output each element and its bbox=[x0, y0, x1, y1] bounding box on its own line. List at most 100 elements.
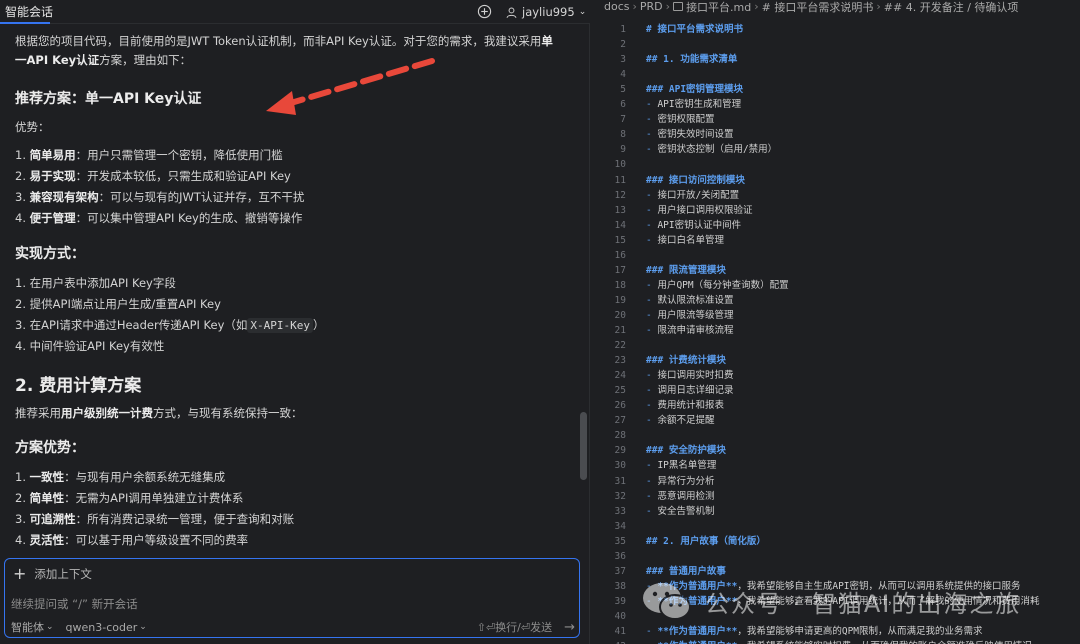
line-number: 5 bbox=[620, 84, 626, 96]
line-number: 8 bbox=[620, 129, 626, 141]
input-toolbar: 智能体 ⌄ qwen3-coder ⌄ ⇧⏎换行/⏎发送 → bbox=[11, 619, 575, 635]
line-number: 2 bbox=[620, 39, 626, 51]
line-number: 39 bbox=[614, 595, 626, 607]
markdown-file-icon bbox=[673, 2, 684, 11]
advantages-list: 1. 简单易用：用户只需管理一个密钥，降低使用门槛 2. 易于实现：开发成本较低… bbox=[15, 145, 560, 229]
active-tab-indicator bbox=[0, 22, 50, 24]
code-area[interactable]: # 接口平台需求说明书 ## 1. 功能需求清单 ### API密钥管理模块 - AP… bbox=[646, 14, 1080, 644]
cost-paragraph: 推荐采用用户级别统一计费方式，与现有系统保持一致： bbox=[15, 406, 303, 420]
list-item: 1. 一致性：与现有用户余额系统无缝集成 bbox=[15, 470, 226, 484]
list-item: 4. 灵活性：可以基于用户等级设置不同的费率 bbox=[15, 533, 249, 547]
list-item: 3. 兼容现有架构：可以与现有的JWT认证并存，互不干扰 bbox=[15, 190, 305, 204]
code-line: - 安全告警机制 bbox=[646, 505, 715, 517]
line-number: 26 bbox=[614, 400, 626, 412]
code-line: - 用户QPM（每分钟查询数）配置 bbox=[646, 279, 789, 291]
line-number: 4 bbox=[620, 69, 626, 81]
code-line: ## 2. 用户故事（简化版） bbox=[646, 535, 766, 547]
code-line: - 异常行为分析 bbox=[646, 475, 715, 487]
code-line: ## 1. 功能需求清单 bbox=[646, 54, 738, 66]
code-line: - 费用统计和报表 bbox=[646, 400, 724, 412]
line-number: 34 bbox=[614, 520, 626, 532]
cost-adv-heading: 方案优势： bbox=[15, 440, 85, 456]
chevron-right-icon: › bbox=[754, 0, 759, 13]
code-line: ### 限流管理模块 bbox=[646, 264, 726, 276]
prompt-input[interactable] bbox=[11, 595, 571, 613]
code-line: - 用户接口调用权限验证 bbox=[646, 204, 753, 216]
code-line: - 接口调用实时扣费 bbox=[646, 370, 734, 382]
code-line: - 调用日志详细记录 bbox=[646, 385, 734, 397]
code-line: ### API密钥管理模块 bbox=[646, 84, 744, 96]
line-number: 19 bbox=[614, 294, 626, 306]
section2-heading: 2. 费用计算方案 bbox=[15, 376, 142, 396]
line-number: 38 bbox=[614, 580, 626, 592]
line-number: 3 bbox=[620, 54, 626, 66]
list-item: 1. 简单易用：用户只需管理一个密钥，降低使用门槛 bbox=[15, 148, 283, 162]
code-line: - API密钥认证中间件 bbox=[646, 219, 742, 231]
chevron-right-icon: › bbox=[632, 0, 637, 13]
code-line: - 接口白名单管理 bbox=[646, 234, 724, 246]
code-line: - **作为普通用户**，我希望系统能够实时扣费，从而确保我的账户余额准确反映使… bbox=[646, 639, 1032, 644]
line-number: 31 bbox=[614, 475, 626, 487]
code-line: - 用户限流等级管理 bbox=[646, 309, 734, 321]
line-number: 33 bbox=[614, 505, 626, 517]
list-item: 2. 易于实现：开发成本较低，只需生成和验证API Key bbox=[15, 169, 291, 183]
code-line: - IP黑名单管理 bbox=[646, 460, 717, 472]
line-number: 28 bbox=[614, 430, 626, 442]
chevron-down-icon: ⌄ bbox=[139, 622, 147, 632]
code-line: - **作为普通用户**，我希望能够申请更高的QPM限制，从而满足我的业务需求 bbox=[646, 626, 983, 637]
line-number: 22 bbox=[614, 340, 626, 352]
line-number: 16 bbox=[614, 249, 626, 261]
line-number: 9 bbox=[620, 144, 626, 156]
breadcrumb-item[interactable]: docs bbox=[604, 0, 630, 13]
line-number: 10 bbox=[614, 159, 626, 171]
line-number: 21 bbox=[614, 325, 626, 336]
chevron-down-icon: ⌄ bbox=[578, 7, 587, 17]
code-line: - 密钥权限配置 bbox=[646, 114, 715, 126]
code-line: - 密钥状态控制（启用/禁用） bbox=[646, 144, 778, 156]
breadcrumb: docs › PRD › 接口平台.md › # 接口平台需求说明书 › ## … bbox=[604, 0, 1080, 13]
send-hint: ⇧⏎换行/⏎发送 → bbox=[476, 619, 575, 635]
code-line: - 密钥失效时间设置 bbox=[646, 129, 734, 141]
send-arrow-icon[interactable]: → bbox=[564, 620, 575, 635]
list-item: 3. 在API请求中通过Header传递API Key（如 X-API-Key） bbox=[15, 318, 325, 333]
line-number: 37 bbox=[614, 565, 626, 577]
line-number: 15 bbox=[614, 234, 626, 246]
list-item: 4. 中间件验证API Key有效性 bbox=[15, 339, 165, 353]
user-menu[interactable]: jayliu995 ⌄ bbox=[505, 2, 586, 22]
breadcrumb-item[interactable]: # 接口平台需求说明书 bbox=[762, 0, 874, 14]
line-number: 41 bbox=[614, 626, 626, 637]
line-number: 27 bbox=[614, 415, 626, 427]
code-line: - API密钥生成和管理 bbox=[646, 99, 742, 111]
new-chat-plus-icon[interactable] bbox=[477, 4, 492, 19]
markdown-editor: docs › PRD › 接口平台.md › # 接口平台需求说明书 › ## … bbox=[592, 0, 1080, 644]
line-number: 23 bbox=[614, 355, 626, 367]
list-item: 3. 可追溯性：所有消费记录统一管理，便于查询和对账 bbox=[15, 512, 295, 526]
breadcrumb-item[interactable]: ## 4. 开发备注 / 待确认项 bbox=[884, 0, 1019, 14]
chat-header: 智能会话 jayliu995 ⌄ bbox=[0, 0, 590, 24]
line-number: 18 bbox=[614, 279, 626, 291]
list-item: 1. 在用户表中添加API Key字段 bbox=[15, 276, 176, 290]
code-line: - 默认限流标准设置 bbox=[646, 294, 734, 306]
list-item: 2. 简单性：无需为API调用单独建立计费体系 bbox=[15, 491, 244, 505]
code-line: - 限流申请审核流程 bbox=[646, 325, 734, 336]
add-context-button[interactable]: + 添加上下文 bbox=[13, 565, 92, 583]
code-line: - **作为普通用户**，我希望能够自主生成API密钥，从而可以调用系统提供的接… bbox=[646, 580, 1021, 592]
breadcrumb-item[interactable]: 接口平台.md bbox=[686, 0, 751, 14]
list-item: 2. 提供API端点让用户生成/重置API Key bbox=[15, 297, 221, 311]
mode-dropdown[interactable]: 智能体 ⌄ bbox=[11, 619, 54, 635]
breadcrumb-item[interactable]: PRD bbox=[640, 0, 663, 13]
model-dropdown[interactable]: qwen3-coder ⌄ bbox=[66, 621, 147, 634]
line-number: 13 bbox=[614, 204, 626, 216]
chat-title-tab[interactable]: 智能会话 bbox=[5, 3, 53, 20]
chevron-right-icon: › bbox=[665, 0, 671, 13]
line-number: 29 bbox=[614, 445, 626, 457]
code-line: ### 普通用户故事 bbox=[646, 565, 726, 577]
chat-scrollbar[interactable] bbox=[580, 412, 587, 480]
line-number: 42 bbox=[592, 639, 626, 644]
line-number: 24 bbox=[614, 370, 626, 382]
user-icon bbox=[506, 7, 517, 18]
code-line: - 余额不足提醒 bbox=[646, 415, 715, 427]
code-line: - 接口开放/关闭配置 bbox=[646, 189, 740, 201]
line-number: 14 bbox=[614, 219, 626, 231]
line-number: 6 bbox=[620, 99, 626, 111]
